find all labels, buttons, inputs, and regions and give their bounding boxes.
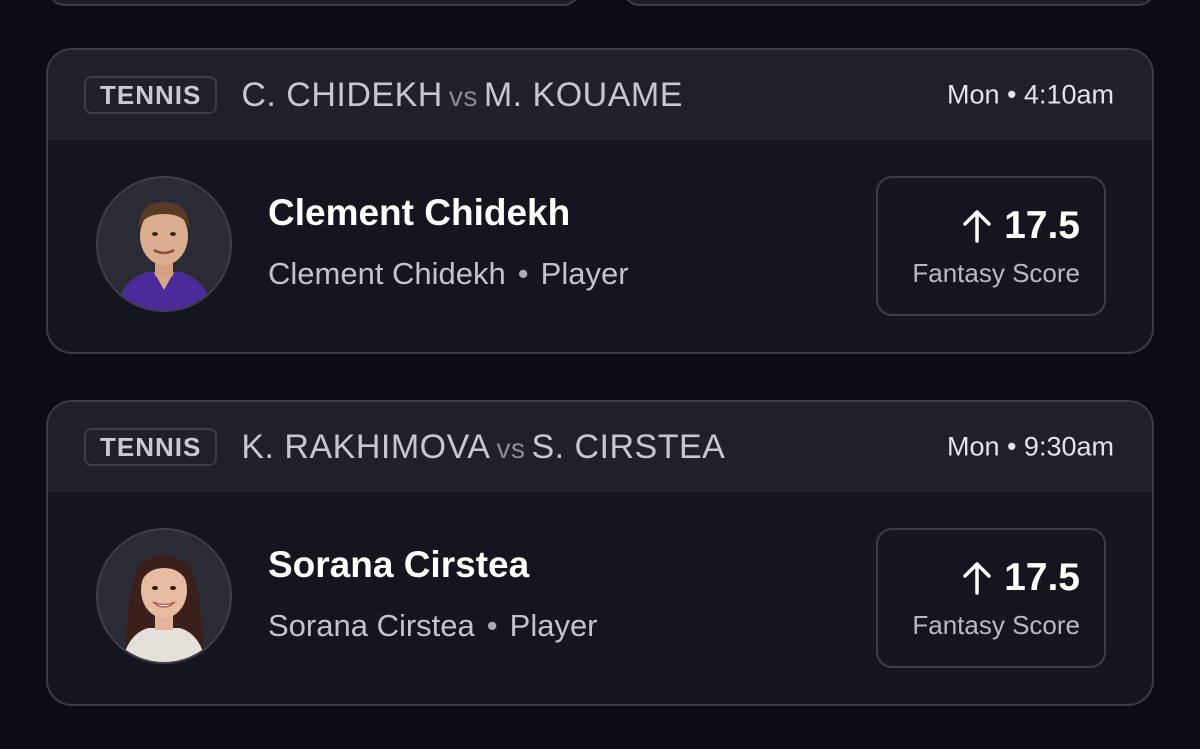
team-a: C. CHIDEKH	[241, 75, 443, 114]
projection-line: 17.5	[1004, 204, 1080, 247]
separator-dot: •	[486, 608, 498, 643]
team-b: M. KOUAME	[483, 75, 683, 114]
vs-label: vs	[496, 432, 526, 464]
arrow-up-icon	[963, 210, 991, 243]
player-avatar-image	[98, 178, 230, 310]
card-body: Sorana Cirstea Sorana Cirstea • Player 17.…	[48, 492, 1152, 704]
projection-card[interactable]: TENNIS K. RAKHIMOVA vs S. CIRSTEA Mon • …	[46, 400, 1154, 706]
projection-stat: Fantasy Score	[912, 610, 1080, 640]
team-b: S. CIRSTEA	[531, 427, 726, 466]
projection-stat: Fantasy Score	[912, 258, 1080, 288]
matchup: K. RAKHIMOVA vs S. CIRSTEA	[241, 428, 725, 467]
player-avatar	[96, 528, 232, 664]
arrow-up-icon	[963, 562, 991, 595]
player-sub-name: Clement Chidekh	[268, 256, 506, 291]
team-a: K. RAKHIMOVA	[241, 427, 491, 466]
vs-label: vs	[448, 80, 478, 112]
projection-line: 17.5	[1004, 556, 1080, 599]
matchup: C. CHIDEKH vs M. KOUAME	[241, 76, 683, 115]
player-avatar-image	[98, 530, 230, 662]
player-position: Player	[540, 256, 629, 291]
player-position: Player	[509, 608, 598, 643]
projection-button[interactable]: 17.5 Fantasy Score	[876, 176, 1106, 316]
player-subtitle: Clement Chidekh • Player	[268, 256, 629, 292]
projection-button[interactable]: 17.5 Fantasy Score	[876, 528, 1106, 668]
game-time: Mon • 9:30am	[946, 431, 1114, 462]
separator-dot: •	[517, 256, 529, 291]
previous-card-left[interactable]	[47, 0, 581, 6]
player-sub-name: Sorana Cirstea	[268, 608, 475, 643]
projection-card[interactable]: TENNIS C. CHIDEKH vs M. KOUAME Mon • 4:1…	[46, 48, 1154, 354]
player-name: Sorana Cirstea	[268, 544, 530, 585]
player-avatar	[96, 176, 232, 312]
player-subtitle: Sorana Cirstea • Player	[268, 608, 598, 644]
card-header: TENNIS K. RAKHIMOVA vs S. CIRSTEA Mon • …	[48, 402, 1152, 492]
card-header: TENNIS C. CHIDEKH vs M. KOUAME Mon • 4:1…	[48, 50, 1152, 140]
game-time: Mon • 4:10am	[946, 79, 1114, 110]
previous-card-right[interactable]	[622, 0, 1156, 6]
sport-badge: TENNIS	[84, 76, 218, 114]
player-name: Clement Chidekh	[268, 192, 571, 233]
card-body: Clement Chidekh Clement Chidekh • Player 1…	[48, 140, 1152, 352]
projection-value: 17.5	[962, 204, 1080, 248]
sport-badge: TENNIS	[84, 428, 218, 466]
projection-value: 17.5	[962, 556, 1080, 600]
